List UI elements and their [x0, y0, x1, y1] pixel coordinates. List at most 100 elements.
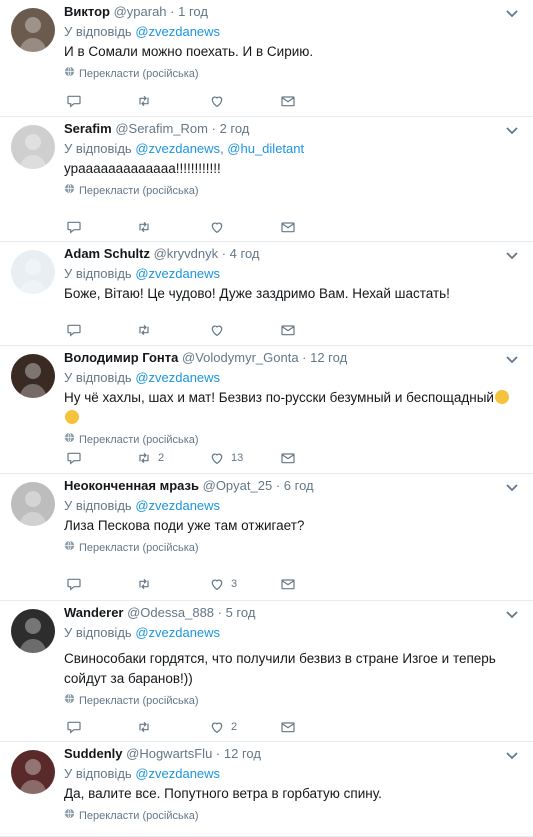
timestamp[interactable]: 2 год: [220, 121, 250, 136]
like-icon: [209, 93, 225, 109]
tweet-header: Wanderer @Odessa_888 · 5 год: [64, 605, 519, 621]
chevron-down-icon[interactable]: [505, 123, 519, 135]
avatar[interactable]: [11, 750, 55, 794]
timestamp[interactable]: 4 год: [230, 246, 260, 261]
tweet-content: Неоконченная мразь @Opyat_25 · 6 год У ві…: [64, 478, 519, 555]
direct-message-button[interactable]: [280, 449, 296, 467]
author-name[interactable]: Serafim: [64, 121, 112, 136]
direct-message-button[interactable]: [280, 575, 296, 593]
reply-tweet[interactable]: Adam Schultz @kryvdnyk · 4 год У відповід…: [0, 242, 533, 346]
avatar[interactable]: [11, 8, 55, 52]
reply-tweet[interactable]: Suddenly @HogwartsFlu · 12 год У відповід…: [0, 742, 533, 837]
timestamp[interactable]: 1 год: [178, 4, 208, 19]
reply-tweet[interactable]: Неоконченная мразь @Opyat_25 · 6 год У ві…: [0, 474, 533, 601]
like-button[interactable]: [209, 218, 231, 236]
avatar[interactable]: [11, 250, 55, 294]
reply-button[interactable]: [66, 449, 88, 467]
retweet-button[interactable]: [136, 92, 158, 110]
like-button[interactable]: 2: [209, 718, 237, 736]
author-handle[interactable]: @HogwartsFlu: [126, 746, 212, 761]
author-handle[interactable]: @Serafim_Rom: [115, 121, 208, 136]
tweet-content: Serafim @Serafim_Rom · 2 год У відповідь …: [64, 121, 519, 198]
reply-tweet[interactable]: Володимир Гонта @Volodymyr_Gonta · 12 го…: [0, 346, 533, 474]
author-name[interactable]: Неоконченная мразь: [64, 478, 199, 493]
avatar[interactable]: [11, 609, 55, 653]
mention-link[interactable]: @zvezdanews: [135, 370, 220, 385]
author-handle[interactable]: @yparah: [114, 4, 167, 19]
author-name[interactable]: Adam Schultz: [64, 246, 150, 261]
mention-link[interactable]: @zvezdanews: [135, 625, 220, 640]
retweet-button[interactable]: [136, 218, 158, 236]
author-handle[interactable]: @kryvdnyk: [154, 246, 219, 261]
reply-button[interactable]: [66, 321, 88, 339]
avatar[interactable]: [11, 354, 55, 398]
like-button[interactable]: 3: [209, 575, 237, 593]
direct-message-button[interactable]: [280, 321, 296, 339]
chevron-down-icon[interactable]: [505, 480, 519, 492]
reply-tweet[interactable]: Serafim @Serafim_Rom · 2 год У відповідь …: [0, 117, 533, 242]
timestamp[interactable]: 12 год: [224, 746, 261, 761]
reply-prefix: У відповідь: [64, 766, 132, 781]
reply-button[interactable]: [66, 218, 88, 236]
author-name[interactable]: Wanderer: [64, 605, 123, 620]
reply-button[interactable]: [66, 575, 88, 593]
tweet-text-block: Лиза Пескова поди уже там отжигает?: [64, 516, 519, 536]
author-name[interactable]: Suddenly: [64, 746, 123, 761]
avatar[interactable]: [11, 125, 55, 169]
author-handle[interactable]: @Volodymyr_Gonta: [182, 350, 299, 365]
translate-link[interactable]: Перекласти (російська): [64, 66, 519, 81]
translate-link[interactable]: Перекласти (російська): [64, 540, 519, 555]
direct-message-button[interactable]: [280, 218, 296, 236]
author-name[interactable]: Виктор: [64, 4, 110, 19]
like-button[interactable]: [209, 92, 231, 110]
like-button[interactable]: 13: [209, 449, 243, 467]
retweet-icon: [136, 219, 152, 235]
translate-label: Перекласти (російська): [79, 809, 199, 822]
tweet-text-block: урааааааааааааа!!!!!!!!!!!!: [64, 159, 519, 179]
timestamp[interactable]: 12 год: [310, 350, 347, 365]
timestamp[interactable]: 6 год: [284, 478, 314, 493]
chevron-down-icon[interactable]: [505, 748, 519, 760]
tweet-content: Володимир Гонта @Volodymyr_Gonta · 12 го…: [64, 350, 519, 447]
reply-tweet[interactable]: Виктор @yparah · 1 год У відповідь @zvezd…: [0, 0, 533, 117]
timestamp[interactable]: 5 год: [226, 605, 256, 620]
reply-prefix: У відповідь: [64, 625, 132, 640]
retweet-button[interactable]: [136, 321, 158, 339]
reply-prefix: У відповідь: [64, 370, 132, 385]
like-button[interactable]: [209, 321, 231, 339]
chevron-down-icon[interactable]: [505, 607, 519, 619]
retweet-button[interactable]: 2: [136, 449, 164, 467]
mention-link[interactable]: @zvezdanews: [135, 498, 220, 513]
translate-label: Перекласти (російська): [79, 694, 199, 707]
direct-message-button[interactable]: [280, 92, 296, 110]
reply-button[interactable]: [66, 718, 88, 736]
translate-link[interactable]: Перекласти (російська): [64, 183, 519, 198]
avatar[interactable]: [11, 482, 55, 526]
mention-link[interactable]: @zvezdanews: [135, 266, 220, 281]
retweet-icon: [136, 450, 152, 466]
translate-link[interactable]: Перекласти (російська): [64, 432, 519, 447]
direct-message-button[interactable]: [280, 718, 296, 736]
author-handle[interactable]: @Odessa_888: [127, 605, 214, 620]
like-count: 3: [231, 578, 238, 590]
retweet-button[interactable]: [136, 718, 158, 736]
globe-icon: [64, 183, 75, 198]
reply-icon: [66, 450, 82, 466]
reply-prefix: У відповідь: [64, 24, 132, 39]
translate-link[interactable]: Перекласти (російська): [64, 808, 519, 823]
author-handle[interactable]: @Opyat_25: [203, 478, 273, 493]
mention-link[interactable]: @hu_diletant: [227, 141, 304, 156]
author-name[interactable]: Володимир Гонта: [64, 350, 178, 365]
mention-link[interactable]: @zvezdanews: [135, 24, 220, 39]
translate-link[interactable]: Перекласти (російська): [64, 693, 519, 708]
reply-tweet[interactable]: Wanderer @Odessa_888 · 5 год У відповідь …: [0, 601, 533, 742]
mention-link[interactable]: @zvezdanews: [135, 766, 220, 781]
chevron-down-icon[interactable]: [505, 352, 519, 364]
tweet-actions: 3: [64, 575, 304, 593]
retweet-button[interactable]: [136, 575, 158, 593]
separator-dot: ·: [208, 121, 220, 136]
reply-button[interactable]: [66, 92, 88, 110]
mention-link[interactable]: @zvezdanews: [135, 141, 220, 156]
chevron-down-icon[interactable]: [505, 248, 519, 260]
chevron-down-icon[interactable]: [505, 6, 519, 18]
